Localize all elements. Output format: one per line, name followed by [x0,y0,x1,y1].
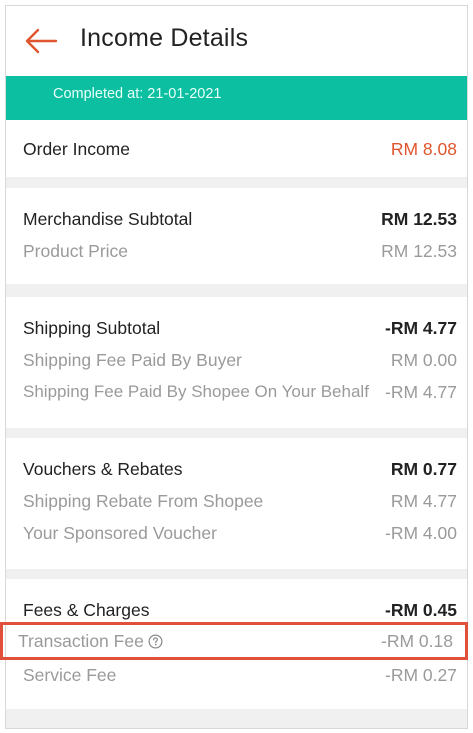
completed-date: Completed at: 21-01-2021 [53,86,222,102]
shipping-fee-shopee-value: -RM 4.77 [385,381,457,402]
order-income-row: Order Income RM 8.08 [23,136,457,162]
shipping-rebate-value: RM 4.77 [390,490,457,511]
shipping-card: Shipping Subtotal -RM 4.77 Shipping Fee … [6,297,467,428]
transaction-fee-value: -RM 0.18 [381,630,453,651]
merchandise-subtotal-value: RM 12.53 [381,208,457,229]
order-income-value: RM 8.08 [390,138,457,159]
shipping-fee-buyer-label: Shipping Fee Paid By Buyer [23,349,242,370]
shipping-subtotal-row: Shipping Subtotal -RM 4.77 [23,315,457,341]
vouchers-rebates-label: Vouchers & Rebates [23,458,183,479]
vouchers-rebates-row: Vouchers & Rebates RM 0.77 [23,456,457,482]
page-title: Income Details [80,24,249,52]
transaction-fee-highlight: Transaction Fee -RM 0.18 [0,622,468,660]
shipping-fee-buyer-row: Shipping Fee Paid By Buyer RM 0.00 [23,347,457,373]
merchandise-subtotal-label: Merchandise Subtotal [23,208,193,229]
sponsored-voucher-label: Your Sponsored Voucher [23,522,217,543]
help-icon[interactable] [148,634,163,649]
merchandise-card: Merchandise Subtotal RM 12.53 Product Pr… [6,188,467,284]
service-fee-row: Service Fee -RM 0.27 [23,662,457,688]
fees-charges-value: -RM 0.45 [385,599,457,620]
product-price-value: RM 12.53 [381,240,457,261]
back-arrow-icon[interactable] [24,27,58,55]
sponsored-voucher-value: -RM 4.00 [385,522,457,543]
shipping-fee-buyer-value: RM 0.00 [390,349,457,370]
merchandise-subtotal-row: Merchandise Subtotal RM 12.53 [23,206,457,232]
shipping-subtotal-value: -RM 4.77 [385,317,457,338]
shipping-fee-shopee-row: Shipping Fee Paid By Shopee On Your Beha… [23,379,457,405]
fees-charges-row: Fees & Charges -RM 0.45 [23,597,457,623]
transaction-fee-label-wrap: Transaction Fee [18,631,163,652]
service-fee-label: Service Fee [23,664,117,685]
service-fee-value: -RM 0.27 [385,664,457,685]
order-income-card: Order Income RM 8.08 [6,120,467,177]
shipping-subtotal-label: Shipping Subtotal [23,317,161,338]
shipping-rebate-row: Shipping Rebate From Shopee RM 4.77 [23,488,457,514]
sponsored-voucher-row: Your Sponsored Voucher -RM 4.00 [23,520,457,546]
shipping-fee-shopee-label: Shipping Fee Paid By Shopee On Your Beha… [23,382,369,401]
vouchers-card: Vouchers & Rebates RM 0.77 Shipping Reba… [6,438,467,569]
product-price-row: Product Price RM 12.53 [23,238,457,264]
transaction-fee-row[interactable]: Transaction Fee -RM 0.18 [18,628,453,654]
shipping-rebate-label: Shipping Rebate From Shopee [23,490,264,511]
completion-banner: Completed at: 21-01-2021 [6,76,467,120]
header-bar: Income Details [6,6,467,76]
order-income-label: Order Income [23,138,130,159]
vouchers-rebates-value: RM 0.77 [390,458,457,479]
fees-charges-label: Fees & Charges [23,599,150,620]
income-details-screen: Income Details Completed at: 21-01-2021 … [5,5,468,729]
product-price-label: Product Price [23,240,129,261]
transaction-fee-label: Transaction Fee [18,630,144,651]
